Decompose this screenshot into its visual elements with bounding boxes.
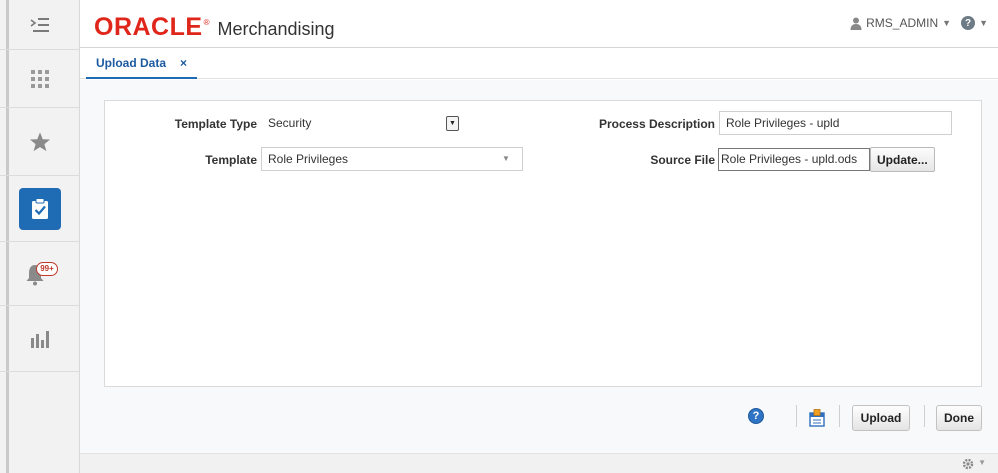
help-menu-chevron-icon[interactable]: ▼ [979,18,988,28]
rail-item-menu[interactable] [0,0,80,50]
notification-count-badge: 99+ [36,261,58,276]
rail-active-highlight [19,187,61,230]
user-menu-chevron-icon[interactable]: ▼ [942,18,951,28]
template-chevron-down-icon[interactable]: ▼ [502,154,510,163]
toolbar-divider [924,405,925,427]
main-content: Template Type Security ▼ Template Role P… [80,80,998,473]
tab-strip: Upload Data × [80,49,998,79]
template-label: Template [205,153,257,167]
settings-chevron-down-icon[interactable]: ▼ [978,458,986,467]
tab-close-icon[interactable]: × [180,56,187,70]
reports-chart-icon [31,330,49,348]
favorites-star-icon [29,131,51,151]
rail-item-apps[interactable] [0,50,80,108]
toolbar-divider [839,405,840,427]
registered-mark: ® [203,18,210,27]
source-file-label: Source File [650,153,715,167]
tab-upload-data[interactable]: Upload Data × [86,49,198,79]
rail-item-notifications[interactable]: 99+ [0,242,80,306]
status-bar: ▼ [80,453,998,473]
template-type-label: Template Type [174,117,257,131]
user-icon [850,17,862,30]
left-navigation-rail: 99+ [0,0,80,473]
rail-item-reports[interactable] [0,306,80,372]
source-file-input[interactable]: Role Privileges - upld.ods [718,148,870,171]
user-area: RMS_ADMIN ▼ ? ▼ [850,16,988,30]
template-type-dropdown-icon[interactable]: ▼ [446,116,459,131]
app-name: Merchandising [217,19,335,39]
user-menu[interactable]: RMS_ADMIN [866,16,938,30]
help-icon[interactable]: ? [748,408,764,424]
menu-icon [30,17,49,32]
brand-logo: ORACLE ® Merchandising [94,13,335,42]
upload-form-panel: Template Type Security ▼ Template Role P… [104,100,982,387]
process-description-label: Process Description [598,117,715,131]
apps-grid-icon [31,69,49,88]
rail-item-tasks[interactable] [0,176,80,242]
notifications-wrapper: 99+ [25,261,58,286]
oracle-wordmark: ORACLE [94,13,203,41]
settings-gear-icon[interactable] [962,458,974,470]
download-template-icon[interactable] [808,409,826,427]
help-menu-icon[interactable]: ? [961,16,976,30]
template-select[interactable]: Role Privileges [261,147,523,171]
app-header: ORACLE ® Merchandising RMS_ADMIN ▼ ? ▼ [80,0,998,48]
update-file-button[interactable]: Update... [870,147,935,172]
upload-button[interactable]: Upload [852,405,910,431]
tasks-clipboard-icon [32,197,48,219]
tab-label: Upload Data [96,56,167,70]
template-type-select[interactable]: Security [261,111,473,135]
process-description-input[interactable]: Role Privileges - upld [719,111,952,135]
rail-item-favorites[interactable] [0,108,80,176]
toolbar-divider [796,405,797,427]
done-button[interactable]: Done [936,405,982,431]
